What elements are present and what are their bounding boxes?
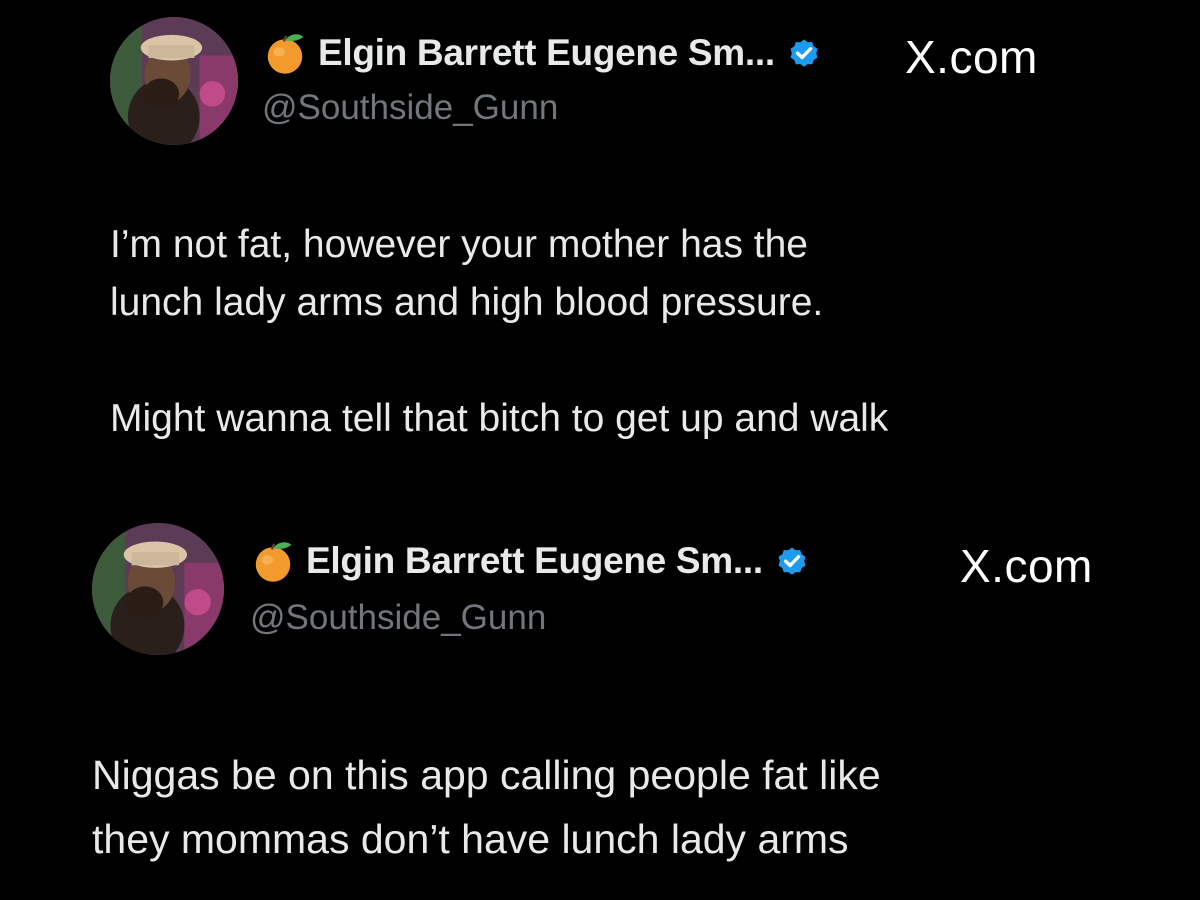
peach-icon — [250, 538, 296, 584]
tweet-line: lunch lady arms and high blood pressure. — [110, 281, 824, 324]
avatar[interactable] — [92, 523, 224, 655]
tweet-paragraph: I’m not fat, however your mother has the… — [110, 216, 888, 332]
tweet-line: they mommas don’t have lunch lady arms — [92, 816, 849, 862]
display-name[interactable]: Elgin Barrett Eugene Sm... — [306, 540, 763, 582]
handle[interactable]: @Southside_Gunn — [250, 598, 546, 638]
tweet-line: Niggas be on this app calling people fat… — [92, 752, 881, 798]
handle[interactable]: @Southside_Gunn — [262, 88, 558, 128]
avatar[interactable] — [110, 17, 238, 145]
tweet-paragraph: Niggas be on this app calling people fat… — [92, 743, 881, 871]
peach-icon — [262, 30, 308, 76]
tweet-text: Niggas be on this app calling people fat… — [92, 743, 881, 871]
tweet-paragraph: Might wanna tell that bitch to get up an… — [110, 390, 888, 448]
site-label: X.com — [905, 31, 1038, 83]
avatar-photo-icon — [92, 523, 224, 655]
author-name-row[interactable]: Elgin Barrett Eugene Sm... — [262, 30, 821, 76]
avatar-photo-icon — [110, 17, 238, 145]
tweet-line: I’m not fat, however your mother has the — [110, 223, 809, 266]
verified-badge-icon — [775, 544, 809, 578]
tweet-line: Might wanna tell that bitch to get up an… — [110, 397, 889, 440]
verified-badge-icon — [787, 36, 821, 70]
tweet-text: I’m not fat, however your mother has the… — [110, 216, 888, 448]
author-name-row[interactable]: Elgin Barrett Eugene Sm... — [250, 538, 809, 584]
site-label: X.com — [960, 540, 1093, 592]
display-name[interactable]: Elgin Barrett Eugene Sm... — [318, 32, 775, 74]
